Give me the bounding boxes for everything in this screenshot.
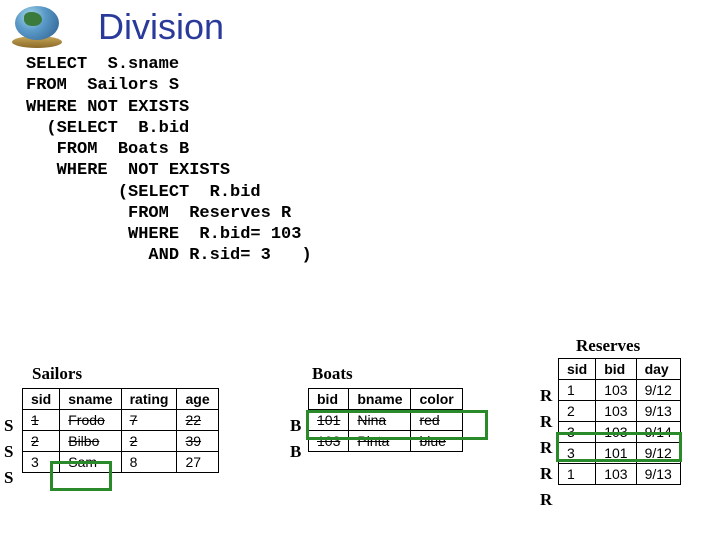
table-row: 21039/13	[559, 401, 681, 422]
s-label: S	[4, 468, 13, 488]
r-label: R	[540, 386, 552, 406]
s-label: S	[4, 442, 13, 462]
s-label: S	[4, 416, 13, 436]
reserves-table: sid bid day 11039/12 21039/13 31039/14 3…	[558, 358, 681, 485]
table-row: 103Pintablue	[309, 431, 463, 452]
b-label: B	[290, 416, 301, 436]
sql-query: SELECT S.sname FROM Sailors S WHERE NOT …	[26, 54, 720, 267]
reserves-title: Reserves	[576, 336, 640, 356]
page-title: Division	[98, 6, 224, 48]
r-label: R	[540, 438, 552, 458]
table-header-row: sid sname rating age	[23, 389, 219, 410]
table-row: 101Ninared	[309, 410, 463, 431]
b-label: B	[290, 442, 301, 462]
boats-table: bid bname color 101Ninared 103Pintablue	[308, 388, 463, 452]
table-row: 11039/13	[559, 464, 681, 485]
table-header-row: sid bid day	[559, 359, 681, 380]
globe-icon	[10, 6, 64, 48]
sailors-table: sid sname rating age 1Frodo722 2Bilbo239…	[22, 388, 219, 473]
table-row: 2Bilbo239	[23, 431, 219, 452]
table-row: 1Frodo722	[23, 410, 219, 431]
sailors-title: Sailors	[32, 364, 82, 384]
r-label: R	[540, 412, 552, 432]
table-row: 11039/12	[559, 380, 681, 401]
table-header-row: bid bname color	[309, 389, 463, 410]
r-label: R	[540, 464, 552, 484]
table-row: 31039/14	[559, 422, 681, 443]
table-row: 31019/12	[559, 443, 681, 464]
boats-title: Boats	[312, 364, 353, 384]
r-label: R	[540, 490, 552, 510]
table-row: 3Sam827	[23, 452, 219, 473]
slide-header: Division	[0, 0, 720, 48]
